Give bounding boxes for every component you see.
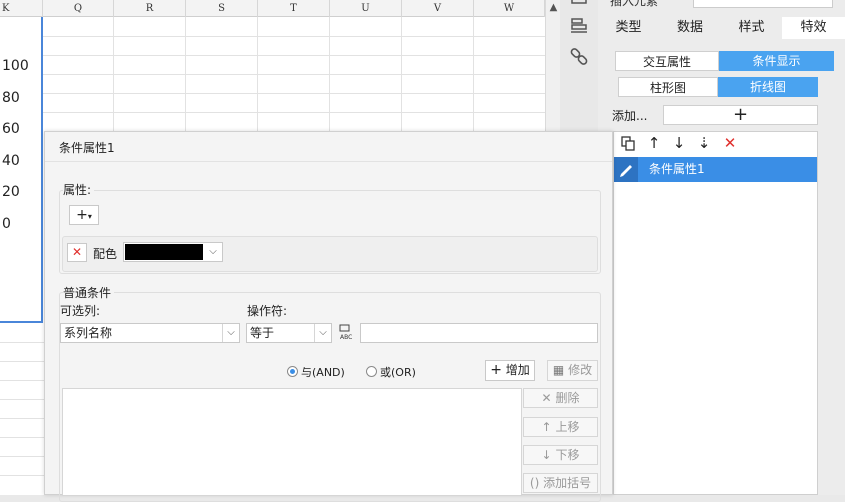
- line-chart-toggle[interactable]: 折线图: [718, 77, 818, 97]
- properties-panel: 插入元素 类型 数据 样式 特效 交互属性 条件显示 柱形图 折线图 添加...…: [598, 0, 845, 495]
- insert-element-label: 插入元素: [610, 0, 659, 8]
- add-bracket-button[interactable]: () 添加括号: [523, 473, 598, 493]
- color-picker[interactable]: ⌵: [123, 242, 223, 262]
- column-header-k[interactable]: K: [0, 0, 43, 17]
- column-header-r[interactable]: R: [114, 0, 186, 17]
- dialog-title: 条件属性1: [59, 141, 115, 155]
- condition-dialog: 条件属性1 属性: +▾ ✕ 配色 ⌵ 普通条件 可选列: 操作符: 系列名称 …: [44, 131, 613, 502]
- column-select[interactable]: 系列名称 ⌵: [60, 323, 240, 343]
- edit-icon[interactable]: [614, 157, 638, 182]
- add-label: 添加...: [612, 109, 648, 123]
- move-down-icon[interactable]: ↓: [671, 135, 687, 151]
- column-header-row: K Q R S T U V W: [0, 0, 545, 17]
- add-button-label: 增加: [505, 363, 530, 377]
- arrow-down-icon: ↓: [541, 448, 552, 462]
- condition-value-input[interactable]: [360, 323, 598, 343]
- and-label: 与(AND): [301, 366, 345, 379]
- column-header-w[interactable]: W: [474, 0, 545, 17]
- move-down-condition-button[interactable]: ↓ 下移: [523, 445, 598, 465]
- svg-text:ABC: ABC: [340, 334, 352, 341]
- operator-select-value: 等于: [250, 326, 275, 340]
- bracket-button-label: 添加括号: [543, 476, 592, 490]
- y-tick-label: 100: [2, 58, 29, 74]
- move-bottom-icon[interactable]: ⇣: [696, 135, 712, 151]
- delete-button-label: 删除: [555, 391, 580, 405]
- or-label: 或(OR): [380, 366, 416, 379]
- move-up-icon[interactable]: ↑: [646, 135, 662, 151]
- tab-type[interactable]: 类型: [598, 17, 659, 39]
- bracket-icon: (): [529, 476, 540, 490]
- y-tick-label: 20: [2, 184, 20, 200]
- arrow-up-icon: ↑: [541, 420, 552, 434]
- column-header-q[interactable]: Q: [43, 0, 114, 17]
- condition-list[interactable]: ↑ ↓ ⇣ ✕ 条件属性1: [613, 131, 818, 495]
- y-tick-label: 80: [2, 90, 20, 106]
- chevron-down-icon: ⌵: [222, 324, 239, 342]
- tab-data[interactable]: 数据: [659, 17, 721, 39]
- tab-effects[interactable]: 特效: [782, 17, 845, 39]
- operator-select[interactable]: 等于 ⌵: [246, 323, 332, 343]
- column-label: 可选列:: [60, 304, 101, 318]
- column-header-t[interactable]: T: [258, 0, 330, 17]
- bar-chart-toggle[interactable]: 柱形图: [618, 77, 718, 97]
- modify-icon: ▦: [552, 363, 565, 377]
- up-button-label: 上移: [555, 420, 580, 434]
- column-header-u[interactable]: U: [330, 0, 402, 17]
- conditions-label: 普通条件: [63, 284, 115, 301]
- condition-list-toolbar: ↑ ↓ ⇣ ✕: [614, 132, 817, 156]
- chart-preview[interactable]: 100 80 60 40 20 0: [0, 17, 43, 323]
- conditional-display-toggle[interactable]: 条件显示: [719, 51, 834, 71]
- list-item[interactable]: 条件属性1: [614, 157, 817, 182]
- interaction-attr-toggle[interactable]: 交互属性: [615, 51, 719, 71]
- chevron-down-icon: ⌵: [314, 324, 331, 342]
- or-radio[interactable]: [366, 366, 377, 377]
- plus-dropdown-icon: +▾: [76, 207, 92, 223]
- column-select-value: 系列名称: [64, 326, 113, 340]
- column-header-v[interactable]: V: [402, 0, 474, 17]
- condition-list-area[interactable]: [62, 388, 522, 496]
- delete-condition-button[interactable]: ✕ 删除: [523, 388, 598, 408]
- list-item-label: 条件属性1: [649, 162, 705, 176]
- chart-type-icon[interactable]: [568, 0, 590, 10]
- y-tick-label: 40: [2, 153, 20, 169]
- column-header-s[interactable]: S: [186, 0, 258, 17]
- y-tick-label: 0: [2, 216, 11, 232]
- color-swatch: [125, 244, 203, 260]
- down-button-label: 下移: [555, 448, 580, 462]
- tab-style[interactable]: 样式: [721, 17, 782, 39]
- delete-icon[interactable]: ✕: [722, 135, 738, 151]
- add-condition-item-button[interactable]: + 增加: [485, 360, 535, 381]
- copy-icon[interactable]: [620, 135, 636, 151]
- remove-property-icon[interactable]: ✕: [67, 243, 87, 262]
- plus-icon: +: [732, 104, 749, 125]
- color-label: 配色: [93, 247, 118, 261]
- and-radio[interactable]: [287, 366, 298, 377]
- plus-icon: +: [490, 362, 502, 378]
- modify-button-label: 修改: [568, 363, 593, 377]
- add-property-button[interactable]: +▾: [69, 205, 99, 225]
- operator-label: 操作符:: [247, 304, 288, 318]
- close-icon: ✕: [541, 391, 552, 405]
- link-icon[interactable]: [568, 46, 590, 68]
- layout-icon[interactable]: [568, 15, 590, 37]
- modify-condition-button[interactable]: ▦ 修改: [547, 360, 598, 381]
- chevron-down-icon: ⌵: [209, 246, 217, 257]
- element-select[interactable]: [693, 0, 833, 8]
- y-tick-label: 60: [2, 121, 20, 137]
- properties-label: 属性:: [63, 181, 95, 198]
- move-up-condition-button[interactable]: ↑ 上移: [523, 417, 598, 437]
- scroll-up-icon[interactable]: ▲: [546, 0, 560, 15]
- add-condition-button[interactable]: +: [663, 105, 818, 125]
- formula-editor-icon[interactable]: ABC: [337, 323, 357, 343]
